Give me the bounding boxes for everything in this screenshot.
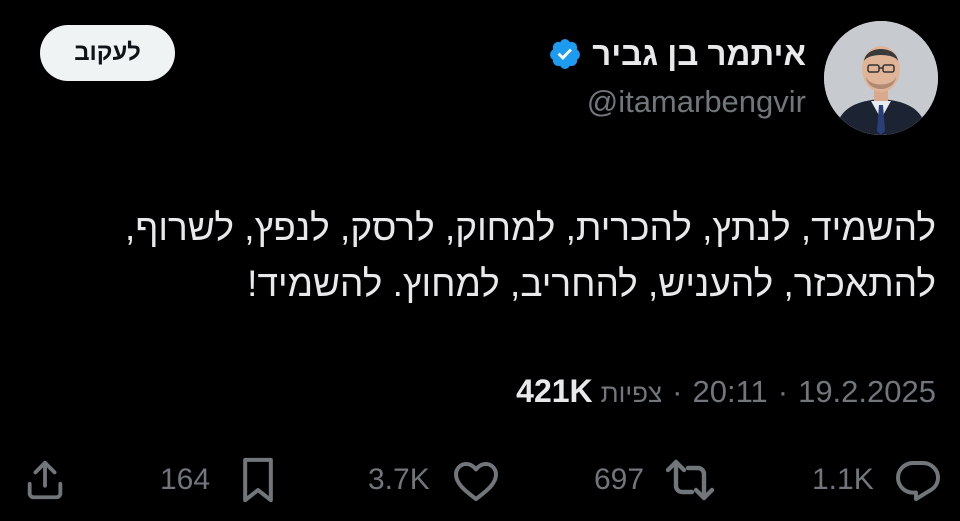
share-button[interactable]	[22, 452, 68, 508]
tweet-meta: 421K צפיות · 20:11 · 19.2.2025	[516, 373, 936, 410]
author-info: איתמר בן גביר @itamarbengvir	[548, 30, 806, 124]
heart-icon	[452, 457, 500, 503]
tweet-time[interactable]: 20:11	[692, 374, 767, 410]
tweet-text: להשמיד, לנתץ, להכרית, למחוק, לרסק, לנפץ,…	[36, 200, 936, 312]
avatar[interactable]	[824, 21, 938, 135]
bookmark-icon	[236, 456, 280, 504]
verified-badge-icon	[548, 37, 582, 71]
views-count: 421K	[516, 373, 593, 409]
tweet-text-line: להשמיד, לנתץ, להכרית, למחוק, לרסק, לנפץ,…	[125, 207, 936, 248]
like-count: 3.7K	[368, 463, 430, 496]
bookmark-button[interactable]: 164	[160, 452, 280, 508]
reply-count: 1.1K	[812, 463, 874, 496]
share-icon	[22, 457, 68, 503]
display-name[interactable]: איתמר בן גביר	[592, 30, 806, 78]
author-handle[interactable]: @itamarbengvir	[548, 80, 806, 124]
retweet-button[interactable]: 697	[594, 452, 716, 508]
follow-button[interactable]: לעקוב	[40, 25, 175, 81]
reply-icon	[894, 457, 942, 503]
avatar-image	[824, 21, 938, 135]
like-button[interactable]: 3.7K	[368, 452, 500, 508]
author-name-row: איתמר בן גביר	[548, 30, 806, 78]
views-label: צפיות	[600, 378, 663, 408]
retweet-icon	[664, 458, 716, 502]
action-bar: 164 3.7K 697 1.1K	[0, 452, 960, 508]
meta-separator: ·	[672, 374, 683, 409]
retweet-count: 697	[594, 463, 645, 496]
tweet-card: איתמר בן גביר @itamarbengvir לעקוב להשמי…	[0, 0, 960, 521]
tweet-date[interactable]: 19.2.2025	[798, 374, 936, 410]
meta-separator: ·	[777, 374, 789, 409]
tweet-text-line: להתאכזר, להעניש, להחריב, למחוץ. להשמיד!	[247, 263, 936, 304]
reply-button[interactable]: 1.1K	[812, 452, 942, 508]
bookmark-count: 164	[160, 463, 211, 496]
